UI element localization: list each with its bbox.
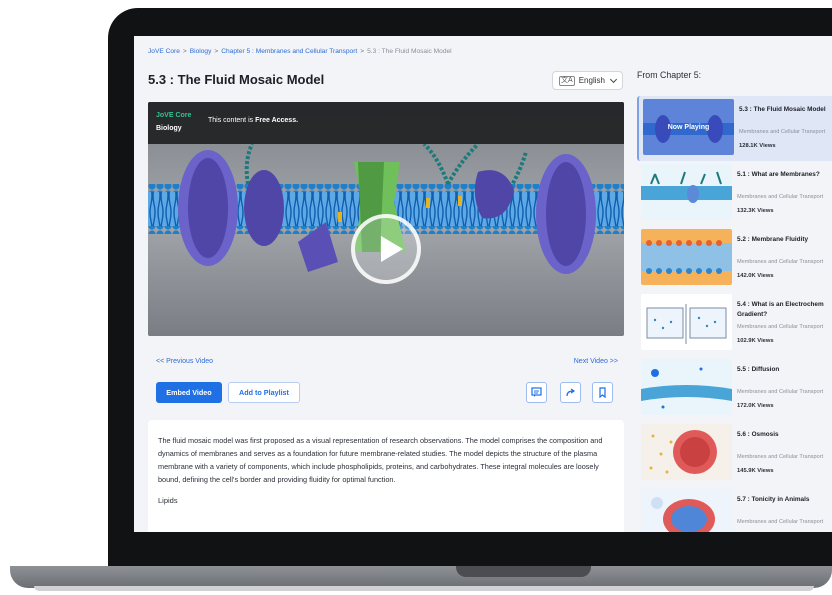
video-title: 5.7 : Tonicity in Animals (737, 496, 810, 503)
bookmark-icon (599, 387, 606, 398)
transcript-button[interactable] (526, 382, 547, 403)
list-item[interactable]: 5.4 : What is an Electrochem Gradient? M… (637, 291, 832, 356)
breadcrumb-item-biology[interactable]: Biology (190, 48, 212, 55)
video-views: 142.0K Views (737, 273, 774, 279)
video-brand: JoVE Core (156, 112, 192, 119)
list-item[interactable]: 5.2 : Membrane Fluidity Membranes and Ce… (637, 226, 832, 291)
video-title: 5.3 : The Fluid Mosaic Model (739, 106, 826, 113)
video-views: 132.3K Views (737, 208, 774, 214)
chevron-down-icon (609, 75, 617, 83)
video-chapter: Membranes and Cellular Transport (737, 519, 824, 525)
video-thumbnail (641, 164, 732, 220)
embed-video-button[interactable]: Embed Video (156, 382, 222, 403)
video-title: 5.1 : What are Membranes? (737, 171, 820, 178)
video-views: 145.9K Views (737, 468, 774, 474)
now-playing-label: Now Playing (643, 99, 734, 155)
video-chapter: Membranes and Cellular Transport (737, 324, 824, 330)
add-to-playlist-button[interactable]: Add to Playlist (228, 382, 300, 403)
breadcrumb-separator: > (214, 48, 219, 55)
translate-icon: 文A (559, 75, 575, 86)
video-views: 102.9K Views (737, 338, 774, 344)
bookmark-button[interactable] (592, 382, 613, 403)
breadcrumb: JoVE Core > Biology > Chapter 5 : Membranes … (148, 48, 452, 55)
video-description: The fluid mosaic model was first propose… (148, 420, 624, 532)
laptop-base (10, 566, 832, 588)
video-chapter: Membranes and Cellular Transport (737, 259, 824, 265)
language-value: English (578, 76, 605, 85)
list-item[interactable]: Now Playing 5.3 : The Fluid Mosaic Model… (637, 96, 832, 161)
description-paragraph: The fluid mosaic model was first propose… (158, 436, 603, 484)
video-thumbnail (641, 229, 732, 285)
share-button[interactable] (560, 382, 581, 403)
breadcrumb-item-jove-core[interactable]: JoVE Core (148, 48, 180, 55)
previous-video-link[interactable]: << Previous Video (156, 358, 213, 365)
list-item[interactable]: 5.6 : Osmosis Membranes and Cellular Tra… (637, 421, 832, 486)
access-status: Free Access. (255, 117, 299, 124)
video-chapter: Membranes and Cellular Transport (739, 129, 826, 135)
video-thumbnail (641, 424, 732, 480)
video-views: 128.1K Views (739, 143, 776, 149)
laptop-notch (456, 566, 591, 577)
video-thumbnail (641, 294, 732, 350)
access-prefix: This content is (208, 117, 254, 124)
list-item[interactable]: 5.7 : Tonicity in Animals Membranes and … (637, 486, 832, 532)
breadcrumb-item-chapter[interactable]: Chapter 5 : Membranes and Cellular Trans… (221, 48, 357, 55)
video-thumbnail: Now Playing (643, 99, 734, 155)
play-icon[interactable] (351, 214, 421, 284)
video-views: 172.0K Views (737, 403, 774, 409)
video-thumbnail (641, 359, 732, 415)
video-title: 5.6 : Osmosis (737, 431, 779, 438)
chapter-video-list: Now Playing 5.3 : The Fluid Mosaic Model… (637, 96, 832, 532)
video-title: 5.2 : Membrane Fluidity (737, 236, 809, 243)
language-select[interactable]: 文A English (552, 71, 623, 90)
video-actions: Embed Video Add to Playlist (148, 378, 624, 408)
video-chapter: Membranes and Cellular Transport (737, 194, 824, 200)
description-heading: Lipids (158, 496, 178, 505)
breadcrumb-current: 5.3 : The Fluid Mosaic Model (367, 48, 452, 55)
laptop-shadow (34, 586, 814, 591)
breadcrumb-separator: > (360, 48, 365, 55)
page-title: 5.3 : The Fluid Mosaic Model (148, 72, 325, 87)
list-item[interactable]: 5.1 : What are Membranes? Membranes and … (637, 161, 832, 226)
video-info-bar: JoVE Core Biology This content is Free A… (148, 102, 624, 144)
video-title: 5.5 : Diffusion (737, 366, 780, 373)
video-player[interactable]: JoVE Core Biology This content is Free A… (148, 102, 624, 336)
video-title: 5.4 : What is an Electrochem Gradient? (737, 301, 824, 318)
app-screen: JoVE Core > Biology > Chapter 5 : Membranes … (134, 36, 832, 532)
share-icon (566, 388, 576, 397)
breadcrumb-separator: > (182, 48, 187, 55)
video-chapter: Membranes and Cellular Transport (737, 389, 824, 395)
video-thumbnail (641, 489, 732, 532)
transcript-icon (531, 387, 542, 397)
next-video-link[interactable]: Next Video >> (574, 358, 618, 365)
access-notice: This content is Free Access. (208, 117, 298, 124)
list-item[interactable]: 5.5 : Diffusion Membranes and Cellular T… (637, 356, 832, 421)
video-subject: Biology (156, 125, 182, 132)
sidebar-title: From Chapter 5: (637, 70, 702, 80)
video-chapter: Membranes and Cellular Transport (737, 454, 824, 460)
